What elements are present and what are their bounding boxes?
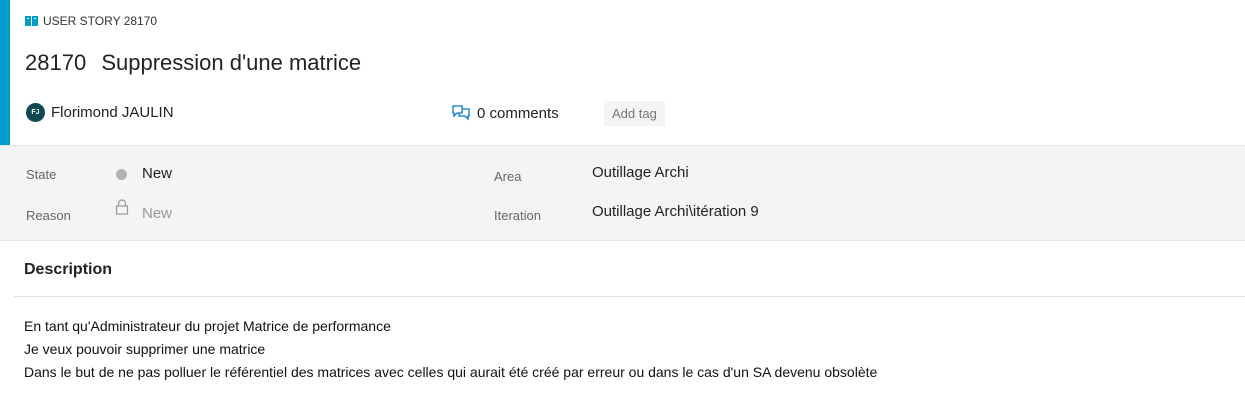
area-value[interactable]: Outillage Archi [592, 164, 689, 181]
comments-link[interactable]: 0 comments [451, 102, 559, 124]
description-body[interactable]: En tant qu'Administrateur du projet Matr… [24, 315, 1239, 384]
comment-icon [452, 105, 470, 121]
comments-count: 0 comments [477, 104, 559, 122]
avatar: FJ [26, 102, 45, 122]
work-item-header: USER STORY 28170 28170 Suppression d'une… [0, 0, 1245, 145]
description-line: Dans le but de ne pas polluer le référen… [24, 364, 878, 380]
iteration-value[interactable]: Outillage Archi\itération 9 [592, 203, 759, 220]
work-item-fields-panel [0, 145, 1245, 241]
work-item-type-color-bar [0, 0, 10, 145]
description-heading: Description [24, 261, 113, 278]
assigned-to-field[interactable]: FJ Florimond JAULIN [26, 101, 174, 123]
work-item-title[interactable]: 28170 Suppression d'une matrice [25, 50, 361, 76]
description-divider [14, 296, 1245, 297]
work-item-type-label: USER STORY 28170 [43, 14, 158, 28]
reason-value: New [142, 205, 173, 222]
assigned-to-name: Florimond JAULIN [51, 103, 174, 121]
book-icon [25, 16, 38, 26]
work-item-type: USER STORY 28170 [25, 13, 157, 29]
work-item-title-text[interactable]: Suppression d'une matrice [101, 50, 361, 75]
description-line: En tant qu'Administrateur du projet Matr… [24, 318, 391, 334]
reason-label: Reason [26, 208, 71, 223]
lock-icon [115, 199, 129, 215]
area-label: Area [494, 169, 522, 184]
work-item-id: 28170 [25, 50, 87, 75]
iteration-label: Iteration [494, 208, 541, 223]
description-line: Je veux pouvoir supprimer une matrice [24, 341, 266, 357]
state-color-dot [116, 169, 127, 180]
state-value[interactable]: New [142, 165, 172, 182]
add-tag-button[interactable]: Add tag [604, 101, 665, 126]
state-label: State [26, 167, 57, 182]
